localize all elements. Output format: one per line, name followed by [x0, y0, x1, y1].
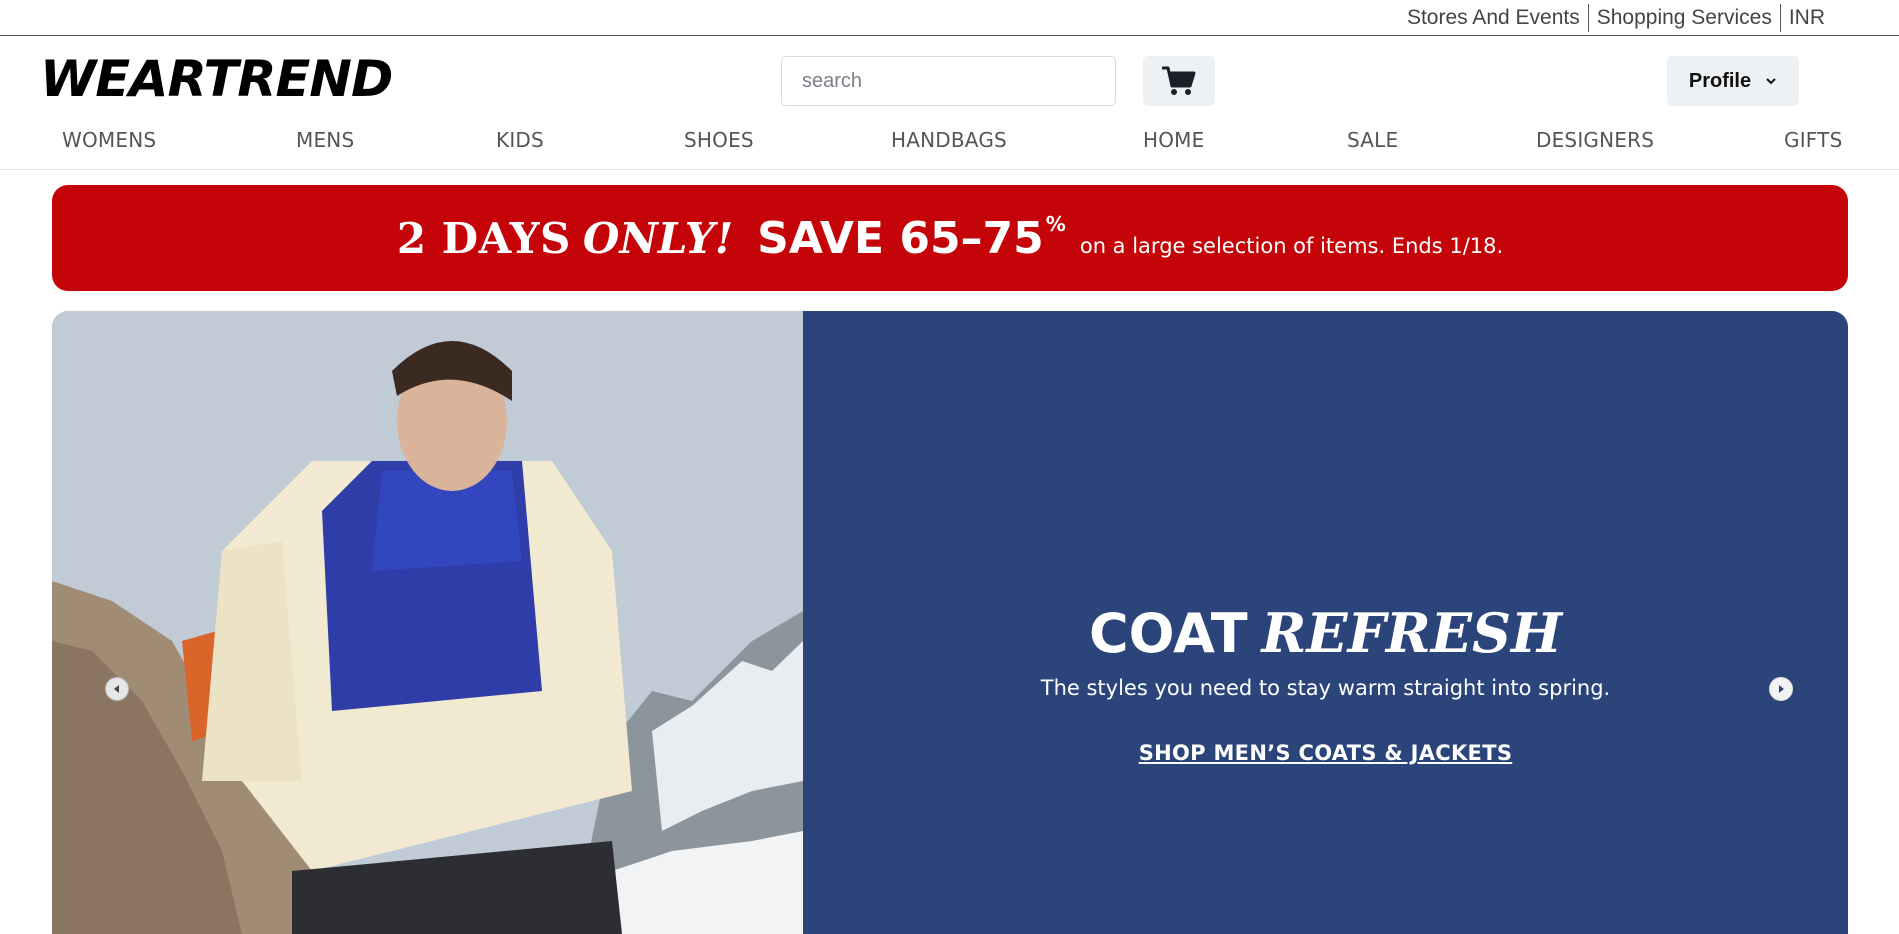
hero-title: COAT REFRESH: [803, 601, 1848, 665]
nav-item-sale[interactable]: SALE: [1347, 128, 1398, 152]
profile-label: Profile: [1688, 69, 1752, 92]
category-nav: WOMENS MENS KIDS SHOES HANDBAGS HOME SAL…: [0, 118, 1899, 170]
nav-item-mens[interactable]: MENS: [296, 128, 354, 152]
promo-only: ONLY!: [582, 213, 734, 263]
chevron-right-icon: [1779, 685, 1784, 693]
nav-item-handbags[interactable]: HANDBAGS: [891, 128, 1007, 152]
hero-subtitle: The styles you need to stay warm straigh…: [1040, 676, 1611, 700]
hero-text-panel: COAT REFRESH The styles you need to stay …: [803, 311, 1848, 934]
site-logo[interactable]: WEARTREND: [40, 50, 393, 108]
carousel-prev-button[interactable]: [105, 677, 129, 701]
nav-item-womens[interactable]: WOMENS: [62, 128, 156, 152]
utility-links: Stores And Events Shopping Services INR: [1399, 4, 1833, 32]
currency-selector[interactable]: INR: [1781, 5, 1833, 31]
hero-image[interactable]: [52, 311, 803, 934]
hero-title-italic: REFRESH: [1261, 601, 1562, 665]
promo-days: 2 DAYS: [396, 213, 571, 263]
shopping-services-link[interactable]: Shopping Services: [1589, 5, 1780, 31]
search-input[interactable]: [781, 56, 1116, 106]
model-photo: [52, 311, 803, 934]
shopping-cart-icon: [1162, 66, 1196, 95]
hero-carousel: COAT REFRESH The styles you need to stay …: [52, 311, 1848, 934]
chevron-left-icon: [114, 685, 119, 693]
cart-button[interactable]: [1143, 56, 1215, 106]
promo-percent: %: [1045, 212, 1066, 236]
nav-item-shoes[interactable]: SHOES: [684, 128, 754, 152]
nav-item-kids[interactable]: KIDS: [496, 128, 544, 152]
promo-detail: on a large selection of items. Ends 1/18…: [1079, 234, 1504, 258]
hero-title-plain: COAT: [1089, 602, 1248, 665]
nav-item-designers[interactable]: DESIGNERS: [1536, 128, 1654, 152]
shop-mens-coats-link[interactable]: SHOP MEN’S COATS & JACKETS: [803, 741, 1848, 765]
utility-bar: Stores And Events Shopping Services INR: [0, 0, 1899, 36]
carousel-next-button[interactable]: [1769, 677, 1793, 701]
nav-item-home[interactable]: HOME: [1143, 128, 1204, 152]
nav-item-gifts[interactable]: GIFTS: [1784, 128, 1842, 152]
stores-and-events-link[interactable]: Stores And Events: [1399, 5, 1588, 31]
chevron-down-icon: [1766, 78, 1776, 85]
profile-dropdown-button[interactable]: Profile: [1667, 56, 1799, 106]
promo-save: SAVE 65–75: [757, 212, 1044, 264]
promo-banner[interactable]: 2 DAYS ONLY! SAVE 65–75 % on a large sel…: [52, 185, 1848, 291]
